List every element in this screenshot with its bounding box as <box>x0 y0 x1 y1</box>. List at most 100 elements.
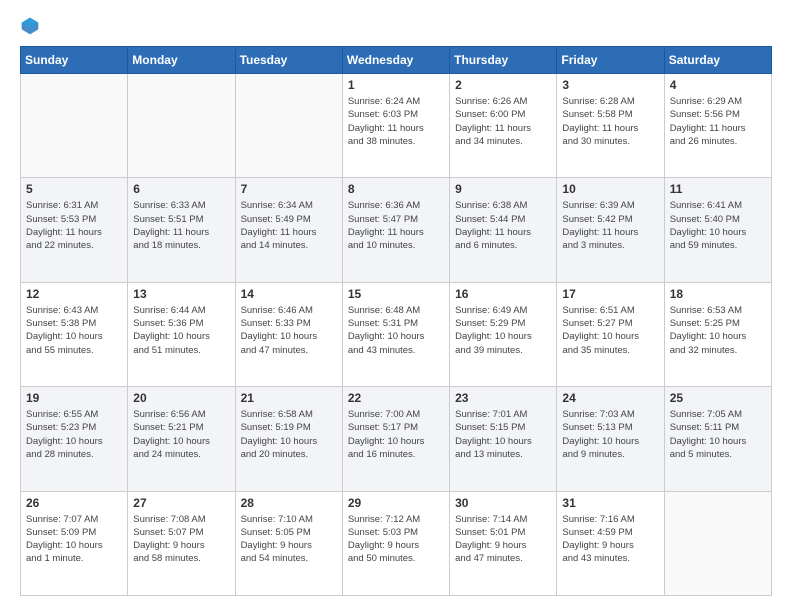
day-number: 12 <box>26 287 122 301</box>
day-header: Sunday <box>21 47 128 74</box>
day-cell: 2 Sunrise: 6:26 AM Sunset: 6:00 PM Daylig… <box>450 74 557 178</box>
day-number: 9 <box>455 182 551 196</box>
day-header: Thursday <box>450 47 557 74</box>
day-number: 23 <box>455 391 551 405</box>
day-info: Sunrise: 6:28 AM Sunset: 5:58 PM Dayligh… <box>562 95 658 148</box>
day-info: Sunrise: 6:29 AM Sunset: 5:56 PM Dayligh… <box>670 95 766 148</box>
day-info: Sunrise: 7:14 AM Sunset: 5:01 PM Dayligh… <box>455 513 551 566</box>
week-row: 1 Sunrise: 6:24 AM Sunset: 6:03 PM Daylig… <box>21 74 772 178</box>
day-info: Sunrise: 6:49 AM Sunset: 5:29 PM Dayligh… <box>455 304 551 357</box>
day-number: 18 <box>670 287 766 301</box>
day-cell: 20 Sunrise: 6:56 AM Sunset: 5:21 PM Dayli… <box>128 387 235 491</box>
day-cell <box>128 74 235 178</box>
day-number: 8 <box>348 182 444 196</box>
day-number: 21 <box>241 391 337 405</box>
day-info: Sunrise: 6:36 AM Sunset: 5:47 PM Dayligh… <box>348 199 444 252</box>
day-cell: 22 Sunrise: 7:00 AM Sunset: 5:17 PM Dayli… <box>342 387 449 491</box>
day-number: 28 <box>241 496 337 510</box>
day-cell <box>235 74 342 178</box>
day-info: Sunrise: 7:12 AM Sunset: 5:03 PM Dayligh… <box>348 513 444 566</box>
day-info: Sunrise: 7:00 AM Sunset: 5:17 PM Dayligh… <box>348 408 444 461</box>
day-cell <box>21 74 128 178</box>
day-cell: 4 Sunrise: 6:29 AM Sunset: 5:56 PM Daylig… <box>664 74 771 178</box>
day-info: Sunrise: 7:08 AM Sunset: 5:07 PM Dayligh… <box>133 513 229 566</box>
day-number: 27 <box>133 496 229 510</box>
day-info: Sunrise: 6:31 AM Sunset: 5:53 PM Dayligh… <box>26 199 122 252</box>
day-cell: 19 Sunrise: 6:55 AM Sunset: 5:23 PM Dayli… <box>21 387 128 491</box>
day-cell: 3 Sunrise: 6:28 AM Sunset: 5:58 PM Daylig… <box>557 74 664 178</box>
day-info: Sunrise: 6:38 AM Sunset: 5:44 PM Dayligh… <box>455 199 551 252</box>
day-cell: 29 Sunrise: 7:12 AM Sunset: 5:03 PM Dayli… <box>342 491 449 595</box>
day-number: 16 <box>455 287 551 301</box>
page: SundayMondayTuesdayWednesdayThursdayFrid… <box>0 0 792 612</box>
day-info: Sunrise: 6:33 AM Sunset: 5:51 PM Dayligh… <box>133 199 229 252</box>
week-row: 26Sunrise: 7:07 AM Sunset: 5:09 PM Dayli… <box>21 491 772 595</box>
day-cell: 5 Sunrise: 6:31 AM Sunset: 5:53 PM Daylig… <box>21 178 128 282</box>
day-number: 30 <box>455 496 551 510</box>
day-number: 5 <box>26 182 122 196</box>
day-info: Sunrise: 6:46 AM Sunset: 5:33 PM Dayligh… <box>241 304 337 357</box>
day-info: Sunrise: 7:01 AM Sunset: 5:15 PM Dayligh… <box>455 408 551 461</box>
day-number: 11 <box>670 182 766 196</box>
day-number: 1 <box>348 78 444 92</box>
day-cell: 23 Sunrise: 7:01 AM Sunset: 5:15 PM Dayli… <box>450 387 557 491</box>
day-info: Sunrise: 6:48 AM Sunset: 5:31 PM Dayligh… <box>348 304 444 357</box>
header <box>20 16 772 36</box>
day-cell: 26Sunrise: 7:07 AM Sunset: 5:09 PM Dayli… <box>21 491 128 595</box>
day-number: 15 <box>348 287 444 301</box>
day-number: 13 <box>133 287 229 301</box>
day-cell: 8 Sunrise: 6:36 AM Sunset: 5:47 PM Daylig… <box>342 178 449 282</box>
day-cell: 12 Sunrise: 6:43 AM Sunset: 5:38 PM Dayli… <box>21 282 128 386</box>
day-cell: 14 Sunrise: 6:46 AM Sunset: 5:33 PM Dayli… <box>235 282 342 386</box>
logo-icon <box>20 16 40 36</box>
day-header: Monday <box>128 47 235 74</box>
day-cell: 24Sunrise: 7:03 AM Sunset: 5:13 PM Dayli… <box>557 387 664 491</box>
day-cell: 31 Sunrise: 7:16 AM Sunset: 4:59 PM Dayli… <box>557 491 664 595</box>
day-number: 10 <box>562 182 658 196</box>
day-info: Sunrise: 6:26 AM Sunset: 6:00 PM Dayligh… <box>455 95 551 148</box>
day-info: Sunrise: 6:41 AM Sunset: 5:40 PM Dayligh… <box>670 199 766 252</box>
day-cell: 30 Sunrise: 7:14 AM Sunset: 5:01 PM Dayli… <box>450 491 557 595</box>
day-cell: 17 Sunrise: 6:51 AM Sunset: 5:27 PM Dayli… <box>557 282 664 386</box>
day-cell: 1 Sunrise: 6:24 AM Sunset: 6:03 PM Daylig… <box>342 74 449 178</box>
day-cell: 21Sunrise: 6:58 AM Sunset: 5:19 PM Dayli… <box>235 387 342 491</box>
day-number: 4 <box>670 78 766 92</box>
day-header: Wednesday <box>342 47 449 74</box>
day-number: 7 <box>241 182 337 196</box>
day-number: 19 <box>26 391 122 405</box>
day-number: 22 <box>348 391 444 405</box>
day-cell: 9 Sunrise: 6:38 AM Sunset: 5:44 PM Daylig… <box>450 178 557 282</box>
day-number: 25 <box>670 391 766 405</box>
day-info: Sunrise: 6:55 AM Sunset: 5:23 PM Dayligh… <box>26 408 122 461</box>
day-number: 20 <box>133 391 229 405</box>
day-cell: 7 Sunrise: 6:34 AM Sunset: 5:49 PM Daylig… <box>235 178 342 282</box>
day-cell: 15 Sunrise: 6:48 AM Sunset: 5:31 PM Dayli… <box>342 282 449 386</box>
day-number: 26 <box>26 496 122 510</box>
day-info: Sunrise: 6:51 AM Sunset: 5:27 PM Dayligh… <box>562 304 658 357</box>
day-cell: 28Sunrise: 7:10 AM Sunset: 5:05 PM Dayli… <box>235 491 342 595</box>
week-row: 5 Sunrise: 6:31 AM Sunset: 5:53 PM Daylig… <box>21 178 772 282</box>
day-info: Sunrise: 6:39 AM Sunset: 5:42 PM Dayligh… <box>562 199 658 252</box>
day-header: Saturday <box>664 47 771 74</box>
day-info: Sunrise: 6:43 AM Sunset: 5:38 PM Dayligh… <box>26 304 122 357</box>
day-number: 17 <box>562 287 658 301</box>
week-row: 12 Sunrise: 6:43 AM Sunset: 5:38 PM Dayli… <box>21 282 772 386</box>
day-info: Sunrise: 6:24 AM Sunset: 6:03 PM Dayligh… <box>348 95 444 148</box>
day-cell: 10 Sunrise: 6:39 AM Sunset: 5:42 PM Dayli… <box>557 178 664 282</box>
day-number: 31 <box>562 496 658 510</box>
day-info: Sunrise: 7:16 AM Sunset: 4:59 PM Dayligh… <box>562 513 658 566</box>
day-number: 3 <box>562 78 658 92</box>
day-info: Sunrise: 6:53 AM Sunset: 5:25 PM Dayligh… <box>670 304 766 357</box>
day-info: Sunrise: 7:03 AM Sunset: 5:13 PM Dayligh… <box>562 408 658 461</box>
calendar-table: SundayMondayTuesdayWednesdayThursdayFrid… <box>20 46 772 596</box>
logo <box>20 16 44 36</box>
day-cell: 27 Sunrise: 7:08 AM Sunset: 5:07 PM Dayli… <box>128 491 235 595</box>
day-header: Tuesday <box>235 47 342 74</box>
header-row: SundayMondayTuesdayWednesdayThursdayFrid… <box>21 47 772 74</box>
day-number: 29 <box>348 496 444 510</box>
day-info: Sunrise: 6:34 AM Sunset: 5:49 PM Dayligh… <box>241 199 337 252</box>
day-info: Sunrise: 6:56 AM Sunset: 5:21 PM Dayligh… <box>133 408 229 461</box>
day-cell: 18 Sunrise: 6:53 AM Sunset: 5:25 PM Dayli… <box>664 282 771 386</box>
day-number: 14 <box>241 287 337 301</box>
day-number: 2 <box>455 78 551 92</box>
